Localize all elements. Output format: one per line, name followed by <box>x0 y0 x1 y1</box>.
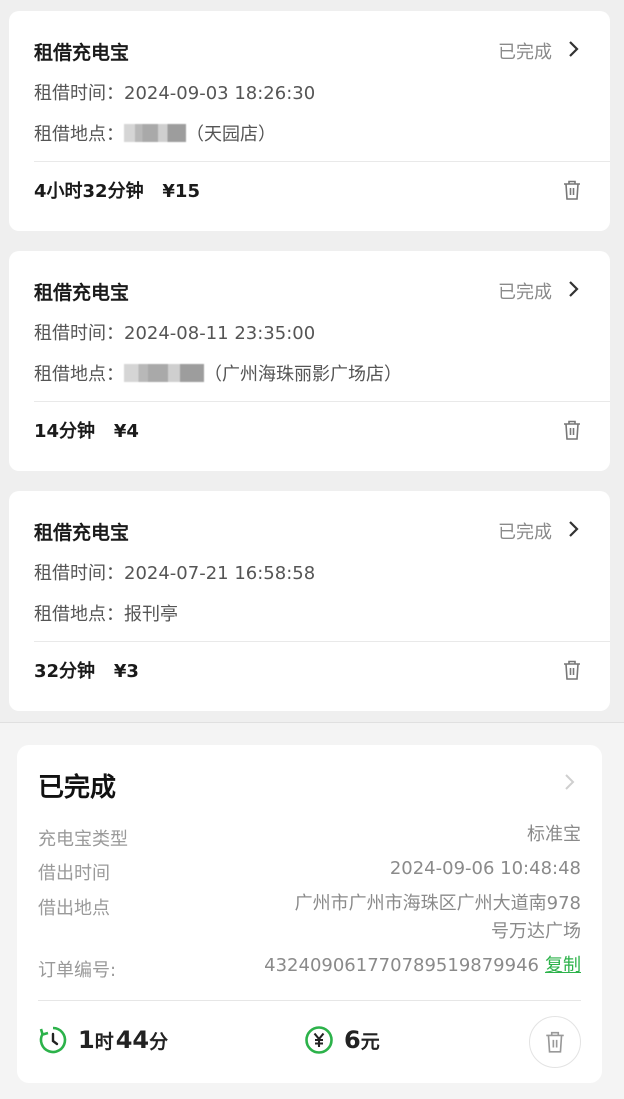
redacted-blur <box>124 364 204 382</box>
rental-time-label: 租借时间： <box>34 563 124 584</box>
trash-icon[interactable] <box>562 659 582 681</box>
amount-value: 6 <box>344 1026 361 1054</box>
amount-summary: 6元 <box>304 1023 380 1057</box>
chevron-right-icon[interactable] <box>564 280 582 298</box>
order-card[interactable]: 租借充电宝 已完成 租借时间：2024-07-21 16:58:58 租借地点：… <box>9 491 610 711</box>
order-status: 已完成 <box>498 522 552 543</box>
divider <box>34 641 610 642</box>
checkout-place-value: 广州市广州市海珠区广州大道南978 号万达广场 <box>295 890 581 946</box>
checkout-time-label: 借出时间 <box>38 863 110 884</box>
divider <box>38 1000 581 1001</box>
order-status: 已完成 <box>498 282 552 303</box>
yuan-coin-icon <box>305 1026 333 1054</box>
rental-place-value: 报刊亭 <box>124 604 178 625</box>
rental-time-value: 2024-08-11 23:35:00 <box>124 323 316 344</box>
divider <box>34 161 610 162</box>
order-duration: 14分钟 <box>34 421 96 442</box>
powerbank-type-label: 充电宝类型 <box>38 829 128 850</box>
order-price: ¥4 <box>113 421 139 442</box>
rental-time-row: 租借时间：2024-07-21 16:58:58 <box>34 559 315 585</box>
order-card[interactable]: 租借充电宝 已完成 租借时间：2024-09-03 18:26:30 租借地点：… <box>9 11 610 231</box>
duration-hours: 1 <box>78 1026 95 1054</box>
order-status: 已完成 <box>498 42 552 63</box>
copy-link[interactable]: 复制 <box>545 955 581 976</box>
order-summary: 4小时32分钟 ¥15 <box>34 177 200 203</box>
duration-minutes-unit: 分 <box>149 1030 169 1053</box>
chevron-right-icon[interactable] <box>564 520 582 538</box>
rental-place-label: 租借地点： <box>34 364 124 385</box>
rental-place-value: （天园店） <box>186 124 276 145</box>
rental-time-value: 2024-07-21 16:58:58 <box>124 563 316 584</box>
duration-summary: 1 时 44 分 <box>38 1023 168 1057</box>
duration-minutes: 44 <box>115 1026 150 1054</box>
rental-place-row: 租借地点： （天园店） <box>34 120 276 146</box>
order-summary: 32分钟 ¥3 <box>34 657 139 683</box>
rental-place-label: 租借地点： <box>34 604 124 625</box>
trash-icon[interactable] <box>562 179 582 201</box>
checkout-place-line1: 广州市广州市海珠区广州大道南978 <box>294 893 581 914</box>
checkout-place-line2: 号万达广场 <box>491 921 581 942</box>
chevron-right-icon[interactable] <box>561 773 577 791</box>
order-title: 租借充电宝 <box>34 42 130 64</box>
trash-icon <box>546 1031 564 1053</box>
current-order-detail-card[interactable]: 已完成 充电宝类型 标准宝 借出时间 2024-09-06 10:48:48 借… <box>17 745 602 1083</box>
rental-time-row: 租借时间：2024-08-11 23:35:00 <box>34 319 315 345</box>
rental-place-row: 租借地点： （广州海珠丽影广场店） <box>34 360 402 386</box>
rental-time-label: 租借时间： <box>34 83 124 104</box>
duration-hours-unit: 时 <box>94 1030 114 1053</box>
rental-place-row: 租借地点：报刊亭 <box>34 600 178 626</box>
divider <box>34 401 610 402</box>
checkout-time-value: 2024-09-06 10:48:48 <box>389 858 581 879</box>
order-price: ¥3 <box>113 661 139 682</box>
chevron-right-icon[interactable] <box>564 40 582 58</box>
rental-time-row: 租借时间：2024-09-03 18:26:30 <box>34 79 315 105</box>
amount-unit: 元 <box>360 1030 380 1053</box>
order-number-row: 4324090617707895198799​46 复制 <box>264 952 581 980</box>
order-summary: 14分钟 ¥4 <box>34 417 139 443</box>
detail-status-title: 已完成 <box>38 773 117 803</box>
delete-button[interactable] <box>529 1016 581 1068</box>
order-card[interactable]: 租借充电宝 已完成 租借时间：2024-08-11 23:35:00 租借地点：… <box>9 251 610 471</box>
checkout-place-label: 借出地点 <box>38 898 110 919</box>
order-number-value: 4324090617707895198799​46 <box>264 955 539 976</box>
rental-place-value: （广州海珠丽影广场店） <box>204 364 402 385</box>
order-title: 租借充电宝 <box>34 522 130 544</box>
order-price: ¥15 <box>162 181 200 202</box>
trash-icon[interactable] <box>562 419 582 441</box>
order-title: 租借充电宝 <box>34 282 130 304</box>
clock-icon <box>39 1026 67 1054</box>
powerbank-type-value: 标准宝 <box>527 824 581 845</box>
order-duration: 32分钟 <box>34 661 96 682</box>
order-number-label: 订单编号: <box>38 960 117 981</box>
redacted-blur <box>124 124 186 142</box>
rental-place-label: 租借地点： <box>34 124 124 145</box>
rental-time-value: 2024-09-03 18:26:30 <box>124 83 316 104</box>
order-duration: 4小时32分钟 <box>34 181 144 202</box>
rental-time-label: 租借时间： <box>34 323 124 344</box>
